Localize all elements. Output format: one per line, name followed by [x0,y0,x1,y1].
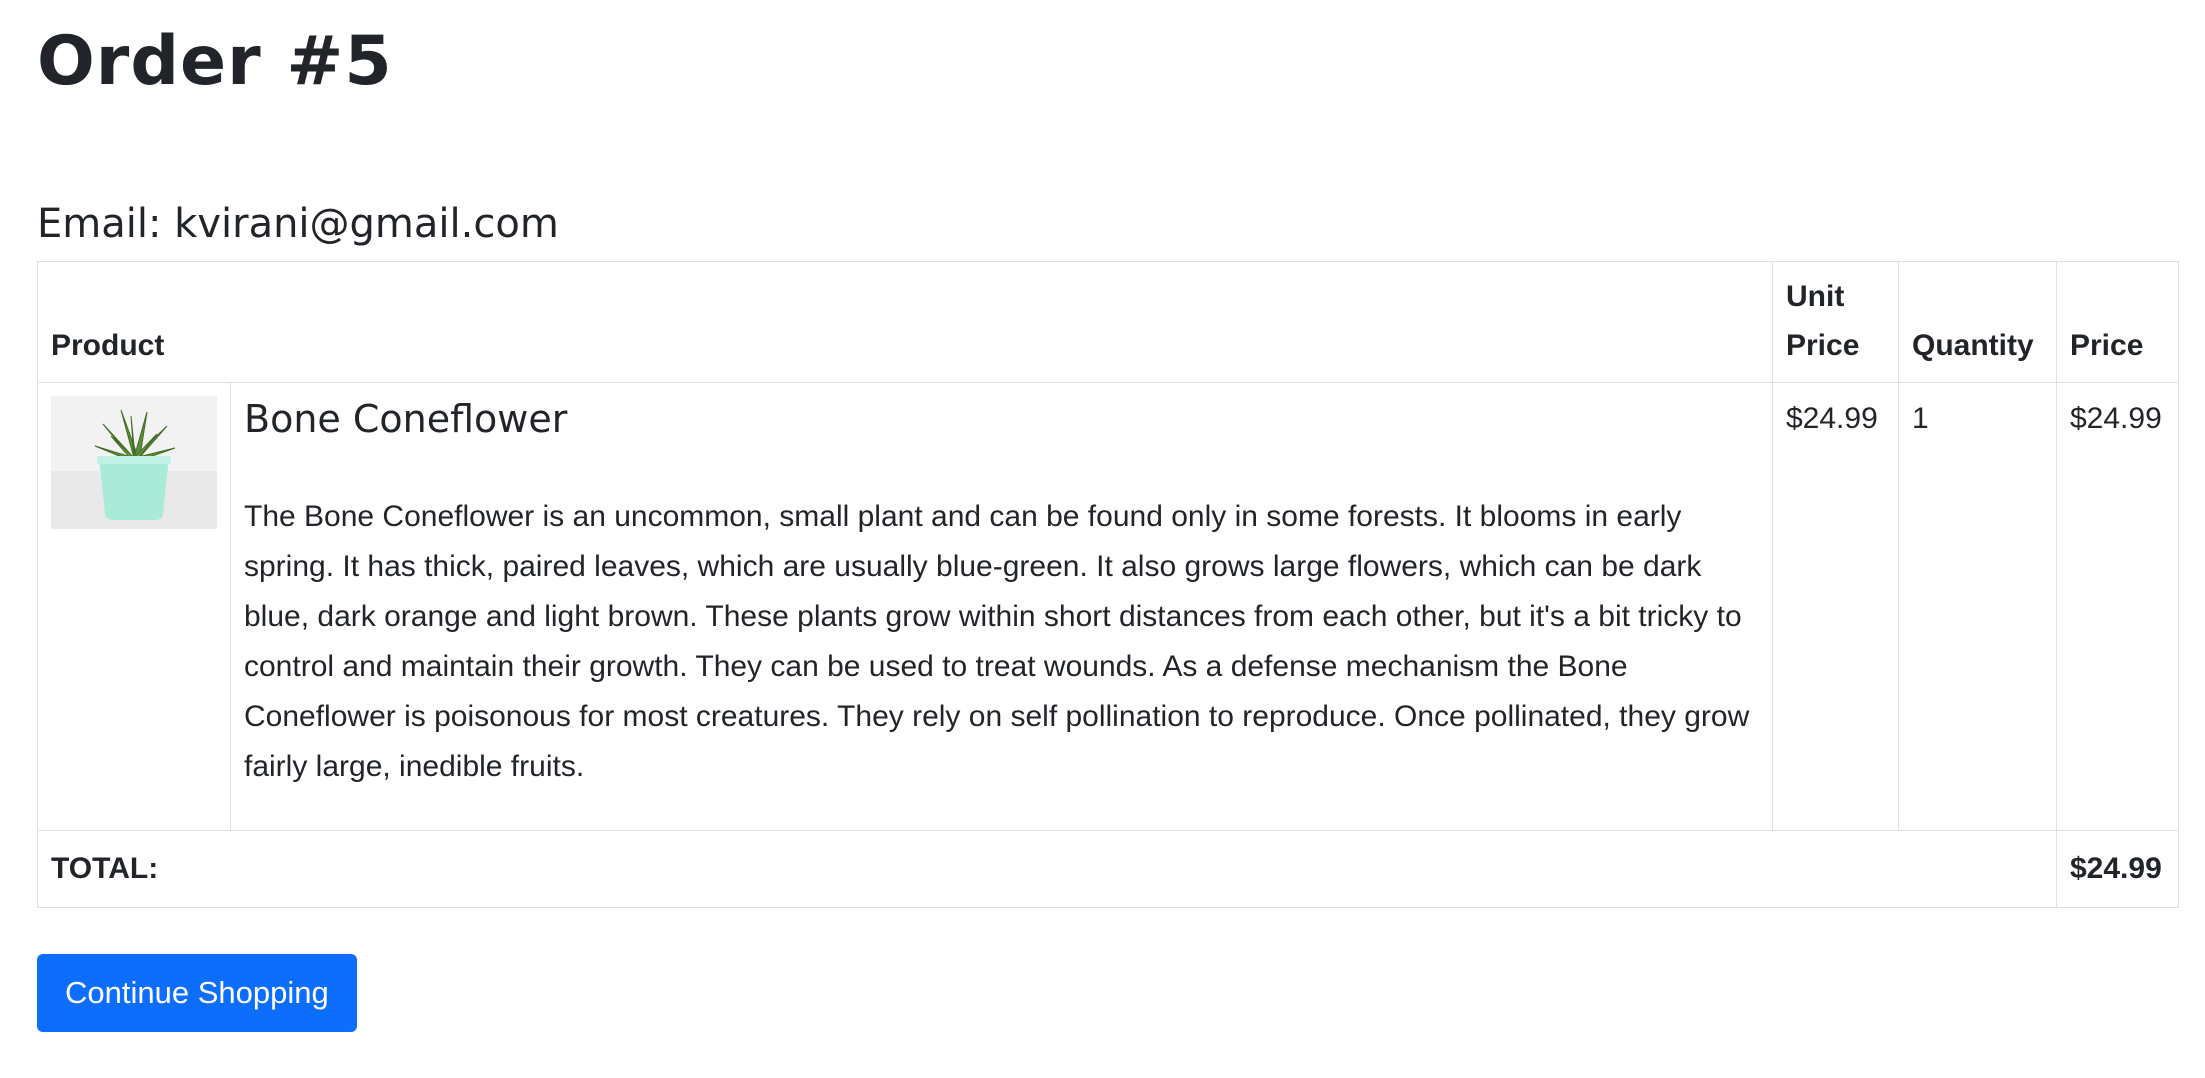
table-header-row: Product Unit Price Quantity Price [37,261,2179,383]
total-row: TOTAL: $24.99 [37,830,2179,908]
product-description: The Bone Coneflower is an uncommon, smal… [244,500,1750,783]
header-product: Product [37,261,1773,383]
order-page: Order #5 Email: kvirani@gmail.com Produc… [0,0,2205,1078]
potted-succulent-icon [51,396,217,529]
header-unit-price: Unit Price [1772,261,1899,383]
unit-price-cell: $24.99 [1772,382,1899,831]
customer-email: Email: kvirani@gmail.com [37,201,559,247]
total-label: TOTAL: [37,830,2057,908]
continue-shopping-button[interactable]: Continue Shopping [37,954,357,1032]
product-image [51,396,217,529]
table-row: Bone Coneflower The Bone Coneflower is a… [37,382,2179,831]
product-image-cell [37,382,231,831]
price-cell: $24.99 [2056,382,2179,831]
header-price: Price [2056,261,2179,383]
total-value: $24.99 [2056,830,2179,908]
page-title: Order #5 [37,22,393,101]
product-name: Bone Coneflower [244,397,568,441]
header-quantity: Quantity [1898,261,2057,383]
quantity-cell: 1 [1898,382,2057,831]
product-info-cell: Bone Coneflower The Bone Coneflower is a… [230,382,1773,831]
order-items-table: Product Unit Price Quantity Price Bone C… [37,261,2179,908]
